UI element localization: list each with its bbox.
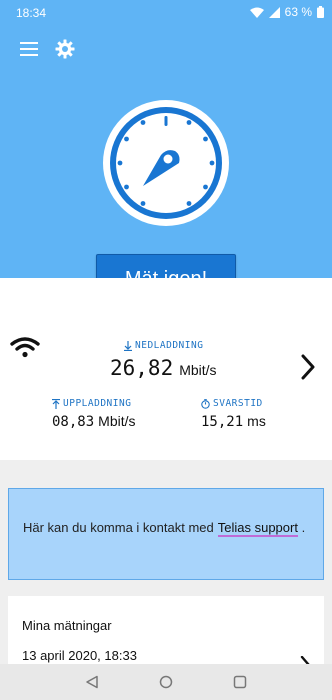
wifi-icon	[10, 336, 40, 363]
speedometer-gauge-icon	[101, 98, 231, 228]
signal-icon	[268, 6, 280, 18]
upload-result: UPPLADDNING 08,83 Mbit/s	[52, 398, 136, 430]
status-bar: 18:34 63 %	[0, 0, 332, 26]
upload-label: UPPLADDNING	[52, 398, 136, 409]
contact-banner: Här kan du komma i kontakt med Telias sup…	[8, 488, 324, 580]
back-triangle-icon[interactable]	[82, 672, 102, 692]
upload-arrow-icon	[52, 398, 60, 409]
upload-value: 08,83	[52, 414, 95, 430]
latency-label-text: SVARSTID	[213, 398, 263, 409]
system-nav-bar	[0, 664, 332, 700]
status-time: 18:34	[16, 6, 47, 20]
download-label-text: NEDLADDNING	[135, 340, 204, 351]
upload-unit: Mbit/s	[98, 413, 136, 429]
home-circle-icon[interactable]	[156, 672, 176, 692]
download-unit: Mbit/s	[179, 362, 217, 378]
download-value-row: 26,82 Mbit/s	[110, 356, 217, 380]
hamburger-menu-icon[interactable]	[18, 38, 40, 60]
wifi-status-icon	[249, 7, 264, 18]
status-icons: 63 %	[249, 5, 324, 19]
history-title: Mina mätningar	[22, 618, 112, 633]
recents-square-icon[interactable]	[230, 672, 250, 692]
download-value: 26,82	[110, 356, 174, 380]
telia-support-link[interactable]: Telias support	[217, 520, 298, 537]
history-latest-date: 13 april 2020, 18:33	[22, 648, 137, 663]
battery-percent: 63 %	[284, 5, 312, 19]
latency-result: SVARSTID 15,21 ms	[201, 398, 266, 430]
contact-text: Här kan du komma i kontakt med	[23, 520, 214, 535]
gear-icon[interactable]	[54, 38, 76, 60]
latency-label: SVARSTID	[201, 398, 266, 409]
top-toolbar	[18, 38, 76, 60]
contact-suffix: .	[301, 520, 306, 535]
chevron-right-icon[interactable]	[300, 354, 316, 385]
latency-unit: ms	[247, 413, 266, 429]
upload-label-text: UPPLADDNING	[63, 398, 132, 409]
latency-value: 15,21	[201, 414, 244, 430]
download-label: NEDLADDNING	[124, 340, 203, 351]
results-panel: NEDLADDNING 26,82 Mbit/s UPPLADDNING 08,8…	[0, 278, 332, 460]
download-arrow-icon	[124, 340, 132, 351]
latency-value-row: 15,21 ms	[201, 413, 266, 430]
stopwatch-icon	[201, 398, 210, 409]
battery-icon	[317, 6, 324, 18]
upload-value-row: 08,83 Mbit/s	[52, 413, 136, 430]
